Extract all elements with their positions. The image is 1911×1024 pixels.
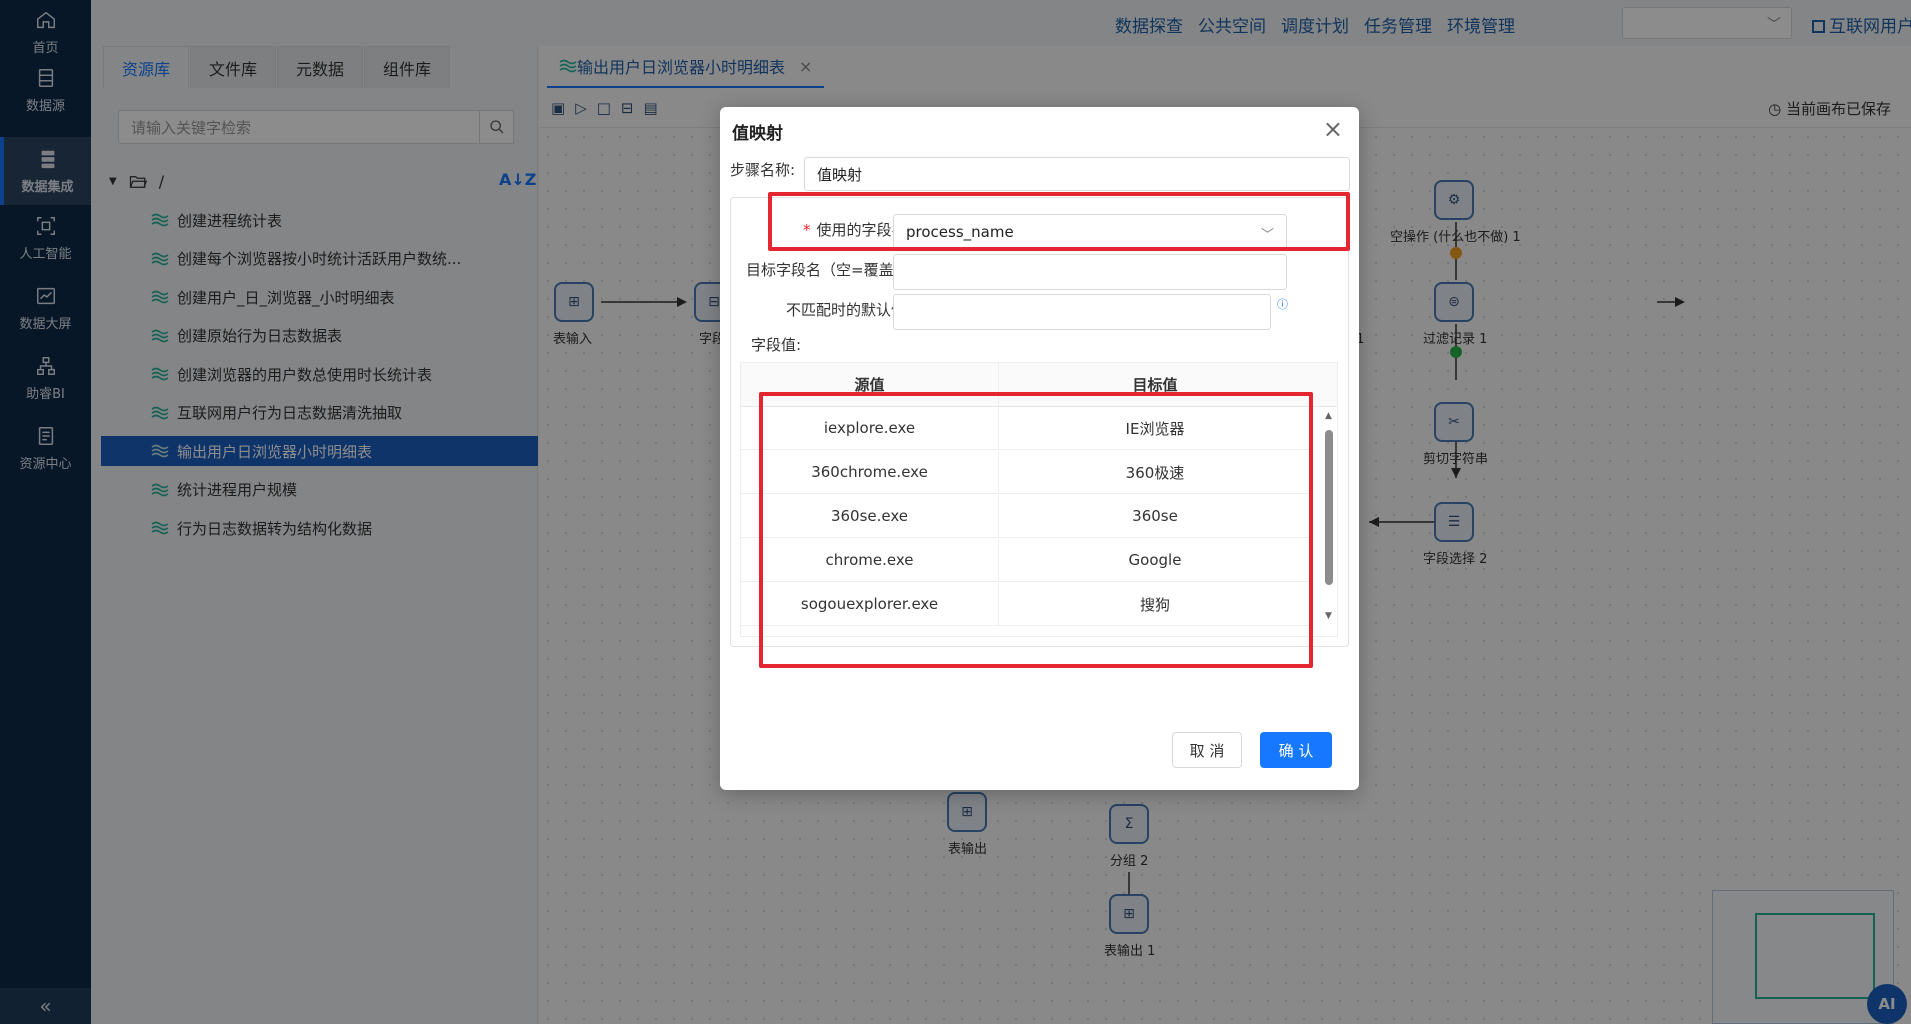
scroll-down-icon[interactable]: ▼ bbox=[1325, 611, 1332, 621]
step-name-label: 步骤名称: bbox=[730, 161, 796, 179]
info-icon[interactable]: ⓘ bbox=[1277, 296, 1288, 312]
annotation-box-field-name bbox=[768, 192, 1350, 251]
target-field-input[interactable] bbox=[893, 254, 1287, 290]
close-icon[interactable]: × bbox=[1323, 115, 1343, 143]
confirm-button[interactable]: 确 认 bbox=[1260, 732, 1332, 768]
scrollbar-thumb[interactable] bbox=[1325, 430, 1333, 585]
default-value-input[interactable] bbox=[893, 294, 1271, 330]
table-scrollbar[interactable]: ▲ ▼ bbox=[1323, 407, 1335, 627]
field-values-label: 字段值: bbox=[751, 336, 802, 354]
cancel-button[interactable]: 取 消 bbox=[1172, 732, 1242, 768]
target-field-label: 目标字段名（空=覆盖）: bbox=[746, 261, 914, 279]
dialog-title: 值映射 bbox=[732, 124, 783, 144]
annotation-box-value-table bbox=[759, 392, 1313, 668]
step-name-input[interactable]: 值映射 bbox=[804, 157, 1350, 191]
scroll-up-icon[interactable]: ▲ bbox=[1325, 411, 1332, 421]
